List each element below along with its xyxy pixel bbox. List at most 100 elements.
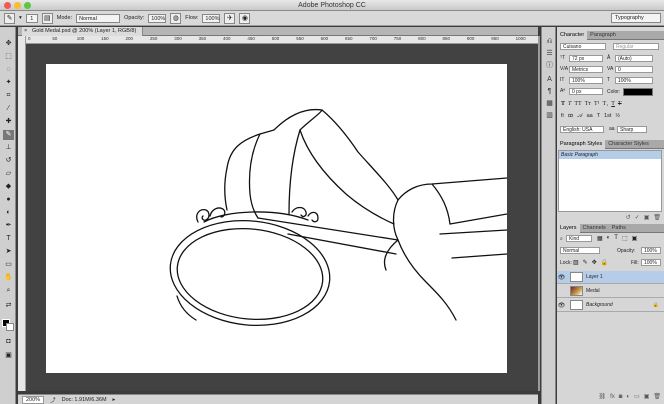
hand-tool-icon[interactable]: ✋	[3, 273, 14, 283]
lock-all-icon[interactable]: 🔒	[601, 259, 608, 266]
quick-mask-icon[interactable]: ◘	[3, 337, 14, 347]
airbrush-icon[interactable]: ✈	[224, 12, 236, 24]
glyphs-panel-icon[interactable]: ▦	[545, 99, 554, 108]
layer-style-icon[interactable]: fx	[610, 393, 615, 402]
info-panel-icon[interactable]: ⓘ	[545, 61, 554, 70]
workspace-switcher[interactable]: Typography	[611, 13, 661, 23]
opacity-input[interactable]: 100%	[148, 13, 167, 23]
smart-object-filter-icon[interactable]: ▣	[632, 235, 638, 242]
fractions-icon[interactable]: ½	[615, 113, 620, 120]
vertical-ruler[interactable]	[18, 36, 26, 391]
discretionary-ligature-icon[interactable]: ꝏ	[568, 113, 574, 120]
new-layer-icon[interactable]: ▣	[644, 393, 650, 402]
redefine-style-icon[interactable]: ✓	[635, 214, 640, 223]
pressure-size-icon[interactable]: ◉	[239, 12, 251, 24]
tab-paragraph[interactable]: Paragraph	[587, 31, 619, 40]
zoom-tool-icon[interactable]: ⌕	[3, 286, 14, 296]
lock-position-icon[interactable]: ✥	[592, 259, 597, 266]
tab-character-styles[interactable]: Character Styles	[605, 140, 652, 149]
font-size-input[interactable]: 72 px	[569, 55, 603, 62]
language-select[interactable]: English: USA	[560, 126, 604, 133]
blur-tool-icon[interactable]: ●	[3, 195, 14, 205]
document-canvas[interactable]	[46, 64, 508, 373]
character-panel-icon[interactable]: A	[545, 75, 554, 84]
close-tab-icon[interactable]: ×	[24, 27, 27, 36]
pixel-layer-filter-icon[interactable]: ▦	[597, 235, 603, 242]
paint-bucket-tool-icon[interactable]: ◆	[3, 182, 14, 192]
tracking-input[interactable]: 0	[615, 66, 653, 73]
horizontal-ruler[interactable]: 0 50 100 150 200 250 300 350 400 450 500 550 600 650 7…	[26, 36, 538, 44]
baseline-shift-input[interactable]: 0 px	[569, 88, 603, 95]
underline-button[interactable]: T	[611, 101, 615, 107]
adjustment-filter-icon[interactable]: ◐	[607, 235, 611, 242]
paragraph-panel-icon[interactable]: ¶	[545, 87, 554, 96]
flow-input[interactable]: 100%	[202, 13, 221, 23]
brush-tool-preset-icon[interactable]: ✎	[4, 12, 15, 24]
clear-override-icon[interactable]: ↺	[626, 214, 631, 223]
delete-layer-icon[interactable]: 🗑	[653, 393, 661, 402]
zoom-level-input[interactable]: 200%	[22, 395, 45, 404]
layer-mask-icon[interactable]: ◙	[619, 393, 623, 402]
layer-name[interactable]: Background	[586, 302, 613, 308]
mode-select[interactable]: Normal	[76, 13, 121, 23]
export-icon[interactable]: ⤴	[50, 396, 56, 404]
horizontal-scale-input[interactable]: 100%	[615, 77, 653, 84]
swash-icon[interactable]: 𝒜	[577, 113, 582, 120]
quick-selection-tool-icon[interactable]: ✦	[3, 78, 14, 88]
status-menu-arrow-icon[interactable]: ▸	[113, 397, 116, 403]
move-tool-icon[interactable]: ✥	[3, 39, 14, 49]
layer-row-medal[interactable]: Medal	[557, 285, 664, 298]
blend-mode-select[interactable]: Normal	[560, 247, 600, 254]
document-tab[interactable]: × Gold Medal.psd @ 200% (Layer 1, RGB/8)	[22, 27, 144, 36]
vertical-scale-input[interactable]: 100%	[569, 77, 603, 84]
link-layers-icon[interactable]: ⛓	[598, 393, 606, 402]
visibility-eye-icon[interactable]: 👁	[557, 274, 566, 281]
fill-input[interactable]: 100%	[641, 259, 661, 266]
new-group-icon[interactable]: ▭	[634, 393, 640, 402]
path-selection-tool-icon[interactable]: ➤	[3, 247, 14, 257]
ligature-icon[interactable]: fi	[561, 113, 564, 120]
close-window-button[interactable]	[4, 2, 11, 9]
history-panel-icon[interactable]: ⎌	[545, 37, 554, 46]
stylistic-alternates-icon[interactable]: aa	[587, 113, 593, 120]
eraser-tool-icon[interactable]: ▱	[3, 169, 14, 179]
lock-image-icon[interactable]: ✎	[583, 259, 588, 266]
background-color-swatch[interactable]	[6, 323, 14, 331]
lasso-tool-icon[interactable]: ◌	[3, 65, 14, 75]
dropdown-arrow-icon[interactable]: ▾	[19, 15, 22, 21]
rectangle-tool-icon[interactable]: ▭	[3, 260, 14, 270]
tab-channels[interactable]: Channels	[580, 224, 609, 233]
lock-transparent-icon[interactable]: ▨	[573, 259, 579, 266]
layer-name[interactable]: Medal	[586, 288, 600, 294]
type-tool-icon[interactable]: T	[3, 234, 14, 244]
swap-colors-icon[interactable]: ⇄	[3, 301, 14, 311]
tab-paths[interactable]: Paths	[609, 224, 629, 233]
all-caps-button[interactable]: TT	[574, 101, 581, 107]
kerning-input[interactable]: Metrics	[569, 66, 603, 73]
layer-row-background[interactable]: 👁 Background 🔒	[557, 299, 664, 312]
tab-character[interactable]: Character	[557, 31, 588, 40]
faux-bold-button[interactable]: T	[561, 101, 565, 107]
font-family-select[interactable]: Cuisano	[560, 43, 606, 50]
pressure-opacity-icon[interactable]: ◍	[170, 12, 182, 24]
marquee-tool-icon[interactable]: ⬚	[3, 52, 14, 62]
pen-tool-icon[interactable]: ✒	[3, 221, 14, 231]
new-style-icon[interactable]: ▣	[644, 214, 650, 223]
zoom-window-button[interactable]	[24, 2, 31, 9]
text-color-swatch[interactable]	[623, 88, 653, 96]
style-basic-paragraph[interactable]: Basic Paragraph	[559, 151, 661, 159]
brush-presets-panel-icon[interactable]: ▥	[545, 111, 554, 120]
visibility-eye-icon[interactable]: 👁	[557, 302, 566, 309]
superscript-button[interactable]: T¹	[594, 101, 599, 107]
font-style-select[interactable]: Regular	[613, 43, 659, 50]
canvas-area[interactable]	[26, 44, 538, 391]
minimize-window-button[interactable]	[14, 2, 21, 9]
brush-size-picker[interactable]: 1	[25, 13, 38, 23]
brush-panel-toggle-icon[interactable]: ▤	[41, 12, 53, 24]
small-caps-button[interactable]: Tт	[585, 101, 591, 107]
strikethrough-button[interactable]: T	[618, 101, 622, 107]
layer-opacity-input[interactable]: 100%	[641, 247, 661, 254]
clone-stamp-tool-icon[interactable]: ⊥	[3, 143, 14, 153]
adjustment-layer-icon[interactable]: ◐	[626, 393, 630, 402]
healing-brush-tool-icon[interactable]: ✚	[3, 117, 14, 127]
